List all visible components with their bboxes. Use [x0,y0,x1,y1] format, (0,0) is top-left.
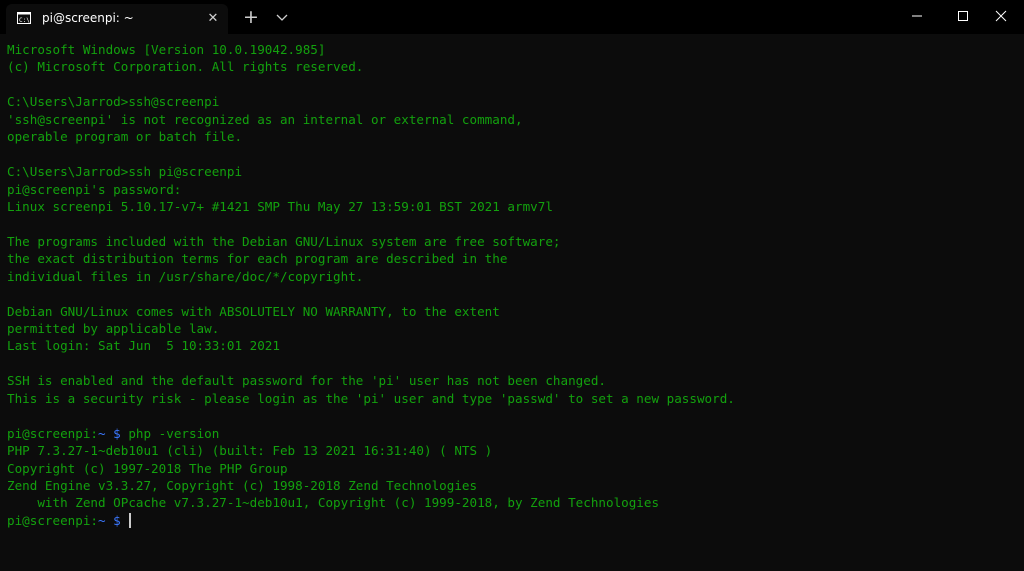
prompt-line: pi@screenpi:~ $ php -version [7,425,1017,442]
terminal-line: with Zend OPcache v7.3.27-1~deb10u1, Cop… [7,495,660,511]
terminal-line: C:\Users\Jarrod>ssh@screenpi [7,94,220,110]
title-bar: C:\ pi@screenpi: ~ ✕ + [0,0,1024,34]
terminal-line: Last login: Sat Jun 5 10:33:01 2021 [7,338,280,354]
command-input[interactable] [121,513,129,528]
terminal-line: 'ssh@screenpi' is not recognized as an i… [7,111,523,127]
svg-text:C:\: C:\ [19,17,30,24]
prompt-host: pi@screenpi: [7,425,98,441]
tab-pi-screenpi[interactable]: C:\ pi@screenpi: ~ ✕ [6,4,228,34]
minimize-icon [912,15,922,17]
terminal-line: pi@screenpi's password: [7,181,182,197]
chevron-down-icon[interactable] [273,8,291,26]
text-cursor [129,512,132,528]
close-icon [995,10,1007,22]
terminal-line: SSH is enabled and the default password … [7,373,606,389]
prompt-host: pi@screenpi: [7,512,98,528]
prompt-symbol: $ [105,512,121,528]
terminal-line: (c) Microsoft Corporation. All rights re… [7,59,364,75]
terminal-line: C:\Users\Jarrod>ssh pi@screenpi [7,164,243,180]
tab-close-button[interactable]: ✕ [205,11,221,27]
terminal-line: the exact distribution terms for each pr… [7,251,508,267]
terminal-window: C:\ pi@screenpi: ~ ✕ + Microsoft Windows… [0,0,1024,571]
terminal-line: Copyright (c) 1997-2018 The PHP Group [7,460,288,476]
command-text: php -version [120,425,220,441]
terminal-line: PHP 7.3.27-1~deb10u1 (cli) (built: Feb 1… [7,443,493,459]
close-button[interactable] [978,0,1024,32]
terminal-line: The programs included with the Debian GN… [7,233,561,249]
terminal-line: operable program or batch file. [7,129,243,145]
active-prompt-line[interactable]: pi@screenpi:~ $ [7,512,1017,529]
new-tab-button[interactable]: + [240,6,262,28]
terminal-line: Zend Engine v3.3.27, Copyright (c) 1998-… [7,477,478,493]
terminal-line: Debian GNU/Linux comes with ABSOLUTELY N… [7,303,500,319]
tab-title: pi@screenpi: ~ [42,11,134,25]
prompt-path: ~ [98,512,106,528]
terminal-line: Microsoft Windows [Version 10.0.19042.98… [7,42,326,57]
maximize-icon [958,11,968,21]
terminal-line: Linux screenpi 5.10.17-v7+ #1421 SMP Thu… [7,198,553,214]
minimize-button[interactable] [894,0,940,32]
prompt-path: ~ [98,425,106,441]
terminal-output[interactable]: Microsoft Windows [Version 10.0.19042.98… [7,41,1017,566]
terminal-line: individual files in /usr/share/doc/*/cop… [7,268,364,284]
terminal-line: This is a security risk - please login a… [7,390,735,406]
prompt-symbol: $ [105,425,121,441]
terminal-line: permitted by applicable law. [7,321,220,336]
terminal-icon: C:\ [17,12,31,24]
